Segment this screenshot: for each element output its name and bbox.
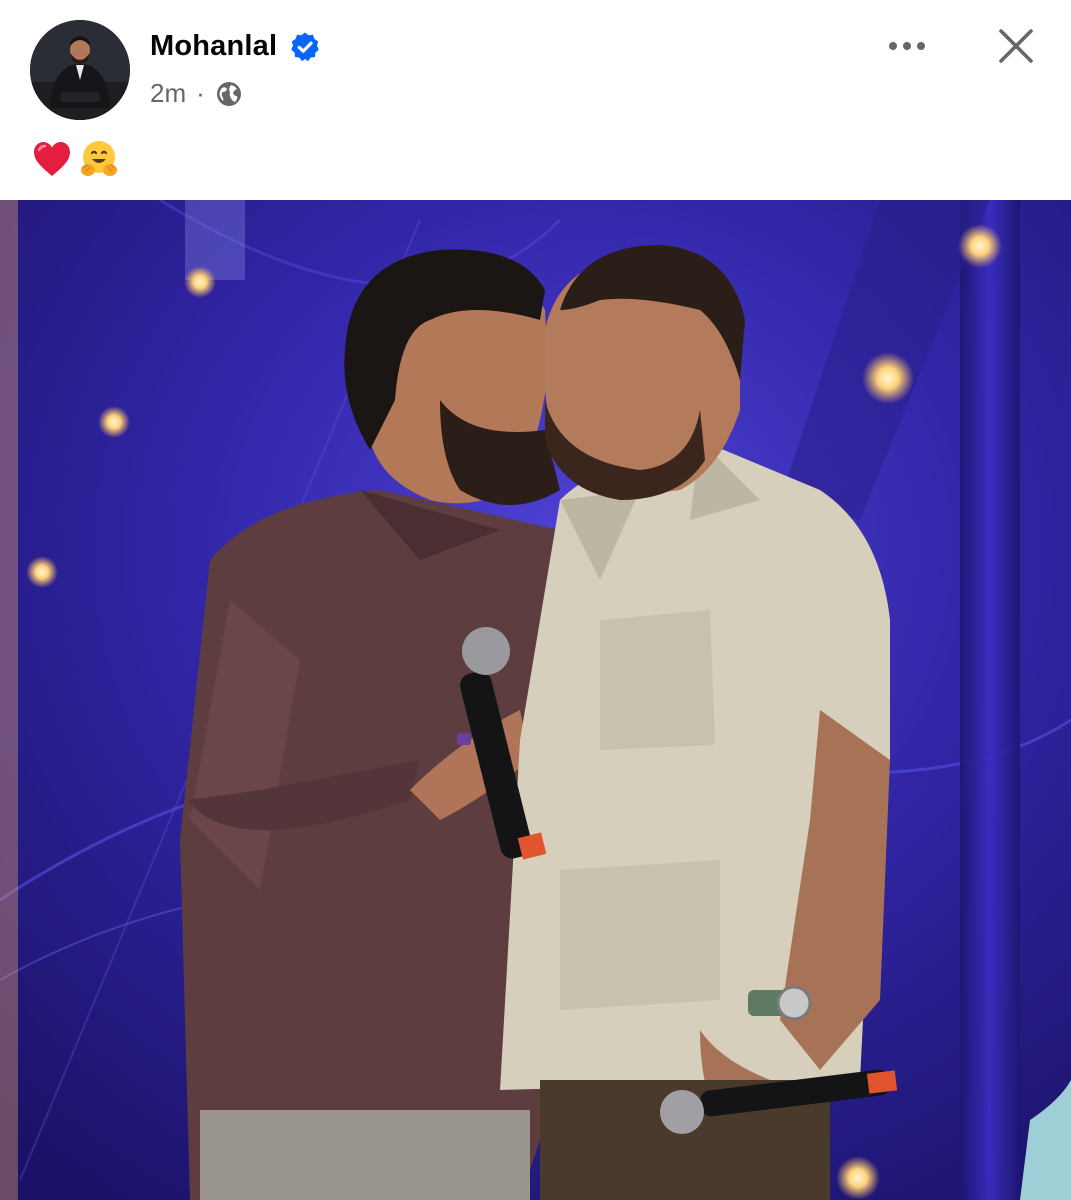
verified-badge-icon xyxy=(289,31,321,63)
close-button[interactable] xyxy=(992,22,1040,70)
post-timestamp[interactable]: 2m xyxy=(150,78,186,109)
close-icon xyxy=(999,29,1033,63)
heart-emoji-icon xyxy=(32,140,72,178)
avatar-image xyxy=(30,20,130,120)
meta-separator: · xyxy=(196,78,205,108)
more-horizontal-icon xyxy=(889,42,925,50)
hugging-face-emoji-icon xyxy=(78,138,120,180)
more-options-button[interactable] xyxy=(880,26,934,66)
globe-icon[interactable] xyxy=(215,80,243,108)
author-line: Mohanlal xyxy=(150,30,321,63)
post-caption xyxy=(32,138,120,180)
post-header: Mohanlal 2m · xyxy=(0,0,1071,200)
post-photo[interactable] xyxy=(0,200,1071,1200)
post-meta: 2m · xyxy=(150,78,243,109)
author-avatar[interactable] xyxy=(30,20,130,120)
stage-photo-image xyxy=(0,200,1071,1200)
author-name[interactable]: Mohanlal xyxy=(150,30,277,63)
